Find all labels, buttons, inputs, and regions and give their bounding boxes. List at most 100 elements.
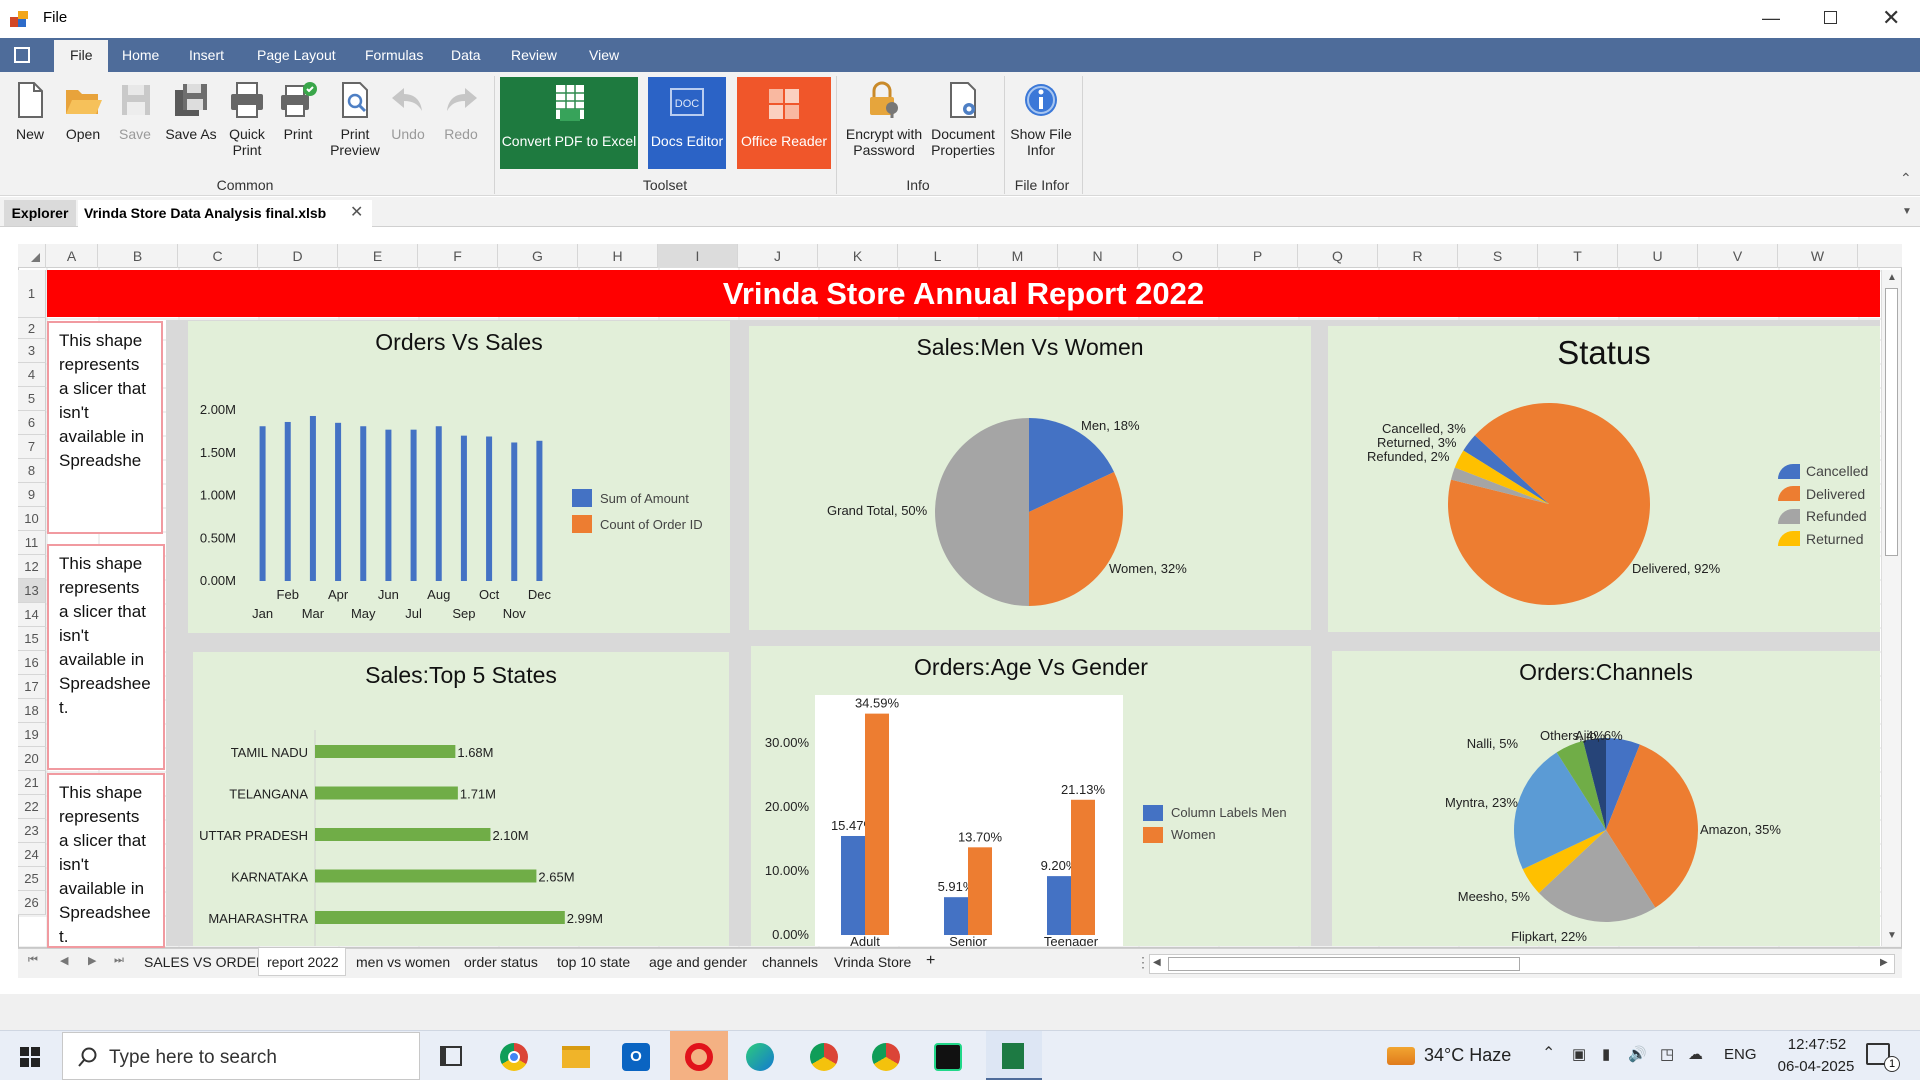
row-header[interactable]: 9: [18, 483, 46, 507]
column-header[interactable]: M: [978, 244, 1058, 268]
slicer-placeholder-2[interactable]: This shape represents a slicer that isn'…: [47, 544, 165, 770]
chrome-icon[interactable]: [500, 1043, 528, 1071]
tab-home[interactable]: Home: [122, 47, 159, 63]
age-vs-gender-chart[interactable]: Orders:Age Vs Gender 0.00% 10.00% 20.00% 30…: [751, 646, 1311, 946]
first-sheet-icon[interactable]: ⏮: [28, 954, 38, 967]
sheet-tab[interactable]: Vrinda Store: [834, 954, 911, 970]
column-header[interactable]: V: [1698, 244, 1778, 268]
tab-file-label[interactable]: File: [70, 47, 93, 63]
tab-view[interactable]: View: [589, 47, 619, 63]
convert-pdf-button[interactable]: Convert PDF to Excel: [500, 77, 638, 169]
scroll-up-icon[interactable]: ▲: [1887, 272, 1897, 283]
prev-sheet-icon[interactable]: ◀: [60, 954, 68, 967]
close-icon[interactable]: ✕: [1882, 5, 1900, 31]
row-header[interactable]: 17: [18, 675, 46, 699]
weather-text[interactable]: 34°C Haze: [1424, 1045, 1511, 1066]
row-header[interactable]: 7: [18, 435, 46, 459]
show-file-info-button[interactable]: Show File Infor: [1010, 80, 1072, 158]
column-header[interactable]: T: [1538, 244, 1618, 268]
row-header[interactable]: 26: [18, 891, 46, 915]
row-header[interactable]: 2: [18, 318, 46, 339]
chrome-profile-icon[interactable]: [810, 1043, 838, 1071]
slicer-placeholder-1[interactable]: This shape represents a slicer that isn'…: [47, 321, 163, 534]
undo-button[interactable]: Undo: [388, 80, 428, 142]
vertical-scrollbar[interactable]: ▲ ▼: [1881, 270, 1901, 946]
new-button[interactable]: New: [10, 80, 50, 142]
webstorm-icon[interactable]: [934, 1043, 962, 1071]
scroll-left-icon[interactable]: ◀: [1153, 957, 1161, 968]
status-chart[interactable]: Status Cancelled, 3% Returned, 3% Refunded…: [1328, 326, 1880, 632]
docs-editor-button[interactable]: DOC Docs Editor: [648, 77, 726, 169]
explorer-tab[interactable]: Explorer: [4, 200, 76, 226]
row-header[interactable]: 3: [18, 339, 46, 363]
encrypt-password-button[interactable]: Encrypt with Password: [843, 80, 925, 158]
column-header[interactable]: N: [1058, 244, 1138, 268]
row-header[interactable]: 25: [18, 867, 46, 891]
wifi-icon[interactable]: ◳: [1660, 1045, 1674, 1063]
edge-icon[interactable]: [746, 1043, 774, 1071]
office-reader-button[interactable]: Office Reader: [737, 77, 831, 169]
row-header[interactable]: 1: [18, 270, 46, 318]
column-header[interactable]: O: [1138, 244, 1218, 268]
column-header[interactable]: Q: [1298, 244, 1378, 268]
open-button[interactable]: Open: [62, 80, 104, 142]
collapse-ribbon-icon[interactable]: ⌃: [1900, 170, 1912, 187]
column-header[interactable]: K: [818, 244, 898, 268]
column-header[interactable]: I: [658, 244, 738, 268]
row-header[interactable]: 19: [18, 723, 46, 747]
h-scroll-thumb[interactable]: [1168, 957, 1520, 971]
quick-print-button[interactable]: Quick Print: [226, 80, 268, 158]
column-header[interactable]: A: [46, 244, 98, 268]
row-header[interactable]: 16: [18, 651, 46, 675]
chrome-profile-2-icon[interactable]: [872, 1043, 900, 1071]
column-header[interactable]: E: [338, 244, 418, 268]
tab-formulas[interactable]: Formulas: [365, 47, 423, 63]
save-button[interactable]: Save: [116, 80, 154, 142]
column-header[interactable]: B: [98, 244, 178, 268]
column-header[interactable]: C: [178, 244, 258, 268]
column-header[interactable]: U: [1618, 244, 1698, 268]
clock-time[interactable]: 12:47:52: [1782, 1036, 1852, 1053]
row-header[interactable]: 13: [18, 579, 46, 603]
last-sheet-icon[interactable]: ⏭: [114, 954, 124, 967]
tab-data[interactable]: Data: [451, 47, 481, 63]
row-header[interactable]: 5: [18, 387, 46, 411]
sheet-tab[interactable]: top 10 state: [557, 954, 630, 970]
row-header[interactable]: 14: [18, 603, 46, 627]
column-header[interactable]: G: [498, 244, 578, 268]
task-view-icon[interactable]: [440, 1046, 462, 1066]
volume-icon[interactable]: 🔊: [1628, 1045, 1647, 1063]
onedrive-icon[interactable]: ☁: [1688, 1045, 1703, 1063]
outlook-icon[interactable]: O: [622, 1043, 650, 1071]
minimize-icon[interactable]: —: [1762, 8, 1780, 29]
row-header[interactable]: 4: [18, 363, 46, 387]
row-header[interactable]: 21: [18, 771, 46, 795]
app-menu-icon[interactable]: [14, 47, 30, 63]
show-hidden-icons[interactable]: ⌃: [1542, 1043, 1555, 1063]
men-vs-women-chart[interactable]: Sales:Men Vs Women Men, 18% Women, 32% Gra…: [749, 326, 1311, 630]
column-header[interactable]: H: [578, 244, 658, 268]
restore-icon[interactable]: [1824, 11, 1837, 24]
windows-start-icon[interactable]: [20, 1047, 40, 1067]
row-header[interactable]: 24: [18, 843, 46, 867]
sheet-tab[interactable]: age and gender: [649, 954, 747, 970]
orders-vs-sales-chart[interactable]: Orders Vs Sales 0.00M 0.50M 1.00M 1.50M 2.00…: [188, 321, 730, 633]
row-header[interactable]: 6: [18, 411, 46, 435]
slicer-placeholder-3[interactable]: This shape represents a slicer that isn'…: [47, 773, 165, 948]
clock-date[interactable]: 06-04-2025: [1770, 1058, 1862, 1075]
redo-button[interactable]: Redo: [441, 80, 481, 142]
row-header[interactable]: 20: [18, 747, 46, 771]
scroll-right-icon[interactable]: ▶: [1880, 957, 1888, 968]
language-indicator[interactable]: ENG: [1724, 1046, 1757, 1063]
sheet-tab[interactable]: order status: [464, 954, 538, 970]
spreadsheet-app-taskbar-item[interactable]: [986, 1031, 1042, 1080]
sheet-tab-active[interactable]: report 2022: [267, 954, 339, 970]
meet-now-icon[interactable]: ▣: [1572, 1045, 1586, 1063]
sheet-tab[interactable]: men vs women: [356, 954, 450, 970]
sheet-tab[interactable]: SALES VS ORDER: [144, 954, 266, 970]
close-tab-icon[interactable]: ✕: [350, 202, 363, 222]
tab-page-layout[interactable]: Page Layout: [257, 47, 336, 63]
file-explorer-icon[interactable]: [562, 1046, 590, 1068]
tabs-dropdown-icon[interactable]: ▼: [1902, 206, 1912, 217]
save-as-button[interactable]: Save As: [163, 80, 219, 142]
